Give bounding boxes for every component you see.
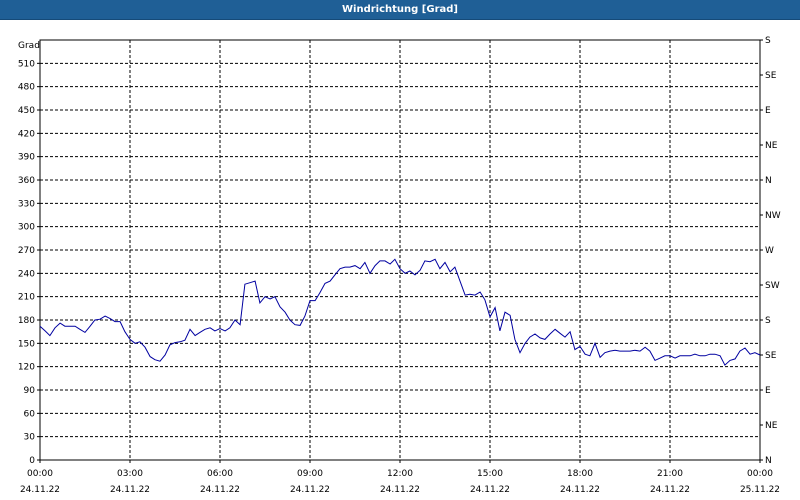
y-tick-label: 240	[18, 269, 35, 279]
y-tick-label: 0	[29, 456, 35, 466]
wind-direction-chart: 0 30 60 90 120 150 180 210 240 270 300 330 360 390 420…	[18, 36, 781, 495]
y-right-tick-label: E	[765, 386, 771, 396]
y-tick-label: 270	[18, 246, 35, 256]
x-tick-time-label: 18:00	[567, 469, 593, 479]
x-tick-date-label: 25.11.22	[740, 485, 780, 495]
y-tick-label: 390	[18, 153, 35, 163]
x-tick-date-label: 24.11.22	[650, 485, 690, 495]
x-tick-time-label: 00:00	[27, 469, 53, 479]
y-axis-label: Grad	[18, 41, 40, 51]
y-right-tick-label: SE	[765, 351, 777, 361]
y-right-tick-label: N	[765, 176, 772, 186]
y-tick-label: 510	[18, 59, 35, 69]
y-tick-label: 210	[18, 293, 35, 303]
y-right-tick-label: S	[765, 36, 771, 46]
y-right-tick-label: W	[765, 246, 774, 256]
y-tick-label: 450	[18, 106, 35, 116]
chart-grid	[40, 40, 760, 460]
y-right-tick-label: E	[765, 106, 771, 116]
x-tick-time-label: 09:00	[297, 469, 323, 479]
y-tick-label: 300	[18, 223, 35, 233]
y-tick-label: 30	[24, 433, 36, 443]
y-tick-label: 330	[18, 199, 35, 209]
x-tick-time-label: 12:00	[387, 469, 413, 479]
x-tick-date-label: 24.11.22	[290, 485, 330, 495]
x-tick-time-label: 15:00	[477, 469, 503, 479]
y-right-tick-label: NE	[765, 421, 778, 431]
y-right-tick-label: NE	[765, 141, 778, 151]
x-tick-date-label: 24.11.22	[20, 485, 60, 495]
y-right-tick-label: S	[765, 316, 771, 326]
y-tick-label: 420	[18, 129, 35, 139]
x-tick-date-label: 24.11.22	[560, 485, 600, 495]
y-right-tick-label: NW	[765, 211, 781, 221]
x-tick-date-label: 24.11.22	[470, 485, 510, 495]
y-axis-ticks: 0 30 60 90 120 150 180 210 240 270 300 330 360 390 420…	[18, 59, 40, 466]
y-tick-label: 120	[18, 363, 35, 373]
y-right-tick-label: SE	[765, 71, 777, 81]
x-tick-time-label: 03:00	[117, 469, 143, 479]
y-axis-right-ticks: N NE E SE S SW W NW N NE E SE S	[760, 36, 781, 466]
y-right-tick-label: N	[765, 456, 772, 466]
y-right-tick-label: SW	[765, 281, 780, 291]
x-axis-ticks: 00:00 24.11.22 03:00 24.11.22 06:00 24.11.22 0…	[20, 460, 780, 495]
y-tick-label: 180	[18, 316, 35, 326]
x-tick-time-label: 06:00	[207, 469, 233, 479]
y-tick-label: 150	[18, 339, 35, 349]
x-tick-date-label: 24.11.22	[200, 485, 240, 495]
x-tick-time-label: 21:00	[657, 469, 683, 479]
x-tick-time-label: 00:00	[747, 469, 773, 479]
y-tick-label: 360	[18, 176, 35, 186]
x-tick-date-label: 24.11.22	[380, 485, 420, 495]
y-tick-label: 90	[24, 386, 36, 396]
y-tick-label: 480	[18, 83, 35, 93]
y-tick-label: 60	[24, 409, 36, 419]
x-tick-date-label: 24.11.22	[110, 485, 150, 495]
